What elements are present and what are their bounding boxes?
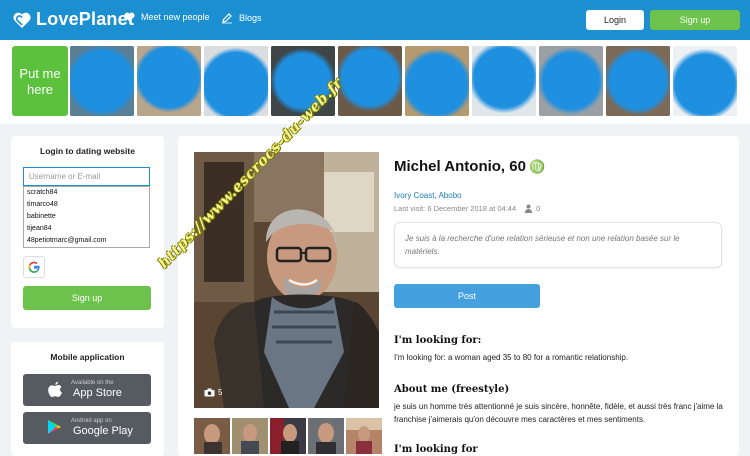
member-thumbnail[interactable] [137, 46, 201, 116]
signup-button-header[interactable]: Sign up [650, 10, 740, 30]
looking-for-heading: I'm looking for: [394, 335, 482, 346]
zodiac-icon: ♍ [528, 159, 546, 174]
login-button[interactable]: Login [586, 10, 644, 30]
autocomplete-item[interactable]: 48petiotmarc@gmail.com [24, 235, 149, 247]
mobile-app-card: Mobile application Available on the App … [11, 342, 164, 456]
autocomplete-item[interactable]: tijean84 [24, 223, 149, 235]
signup-button[interactable]: Sign up [23, 286, 151, 310]
photo-thumbnail[interactable] [308, 418, 344, 454]
member-thumbnail[interactable] [673, 46, 737, 116]
nav-label: Meet new people [141, 12, 210, 22]
photo-thumbnail[interactable] [194, 418, 230, 454]
google-play-icon [48, 420, 61, 434]
pencil-icon [222, 13, 232, 24]
member-thumbnail[interactable] [338, 46, 402, 116]
heart-logo-icon [13, 12, 31, 28]
last-visit: Last visit: 6 December 2018 at 04:44 0 [394, 204, 540, 213]
member-thumbnail[interactable] [539, 46, 603, 116]
autocomplete-list: scratch84 timarco48 babinette tijean84 4… [23, 186, 150, 248]
views-count: 0 [536, 204, 541, 213]
photo-count-number: 5 [218, 388, 223, 397]
top-header: LovePlanet Meet new people Blogs Login S… [0, 0, 750, 40]
logo[interactable]: LovePlanet [12, 9, 134, 30]
member-thumbnail[interactable] [472, 46, 536, 116]
post-button[interactable]: Post [394, 284, 540, 308]
autocomplete-item[interactable]: scratch84 [24, 187, 149, 199]
autocomplete-item[interactable]: timarco48 [24, 199, 149, 211]
put-me-here-button[interactable]: Put me here [12, 46, 68, 116]
username-input[interactable]: Username or E-mail [23, 167, 150, 186]
google-play-button[interactable]: Android app on Google Play [23, 412, 151, 444]
nav-meet-new-people[interactable]: Meet new people [124, 12, 210, 22]
member-thumbnail[interactable] [606, 46, 670, 116]
profile-name: Michel Antonio, 60 ♍ [394, 158, 545, 175]
photo-thumbnail[interactable] [232, 418, 268, 454]
app-store-button[interactable]: Available on the App Store [23, 374, 151, 406]
about-me-heading: About me (freestyle) [394, 384, 510, 395]
profile-location[interactable]: Ivory Coast, Abobo [394, 191, 462, 200]
heart-icon [124, 12, 135, 22]
member-thumbnail[interactable] [204, 46, 268, 116]
photo-count[interactable]: 5 [204, 388, 222, 397]
looking-for-heading-2: I'm looking for [394, 444, 478, 455]
autocomplete-item[interactable]: babinette [24, 211, 149, 223]
logo-text: LovePlanet [36, 9, 135, 29]
login-card-title: Login to dating website [40, 146, 135, 156]
googleplay-small-text: Android app on [71, 418, 112, 424]
photo-thumbnail[interactable] [270, 418, 306, 454]
nav-label: Blogs [239, 13, 262, 23]
member-photo-strip: Put me here [0, 40, 750, 124]
googleplay-big-text: Google Play [73, 425, 133, 437]
appstore-big-text: App Store [73, 387, 122, 399]
about-me-text: je suis un homme très attentionné je sui… [394, 402, 723, 424]
last-visit-text: Last visit: 6 December 2018 at 04:44 [394, 204, 517, 213]
nav-blogs[interactable]: Blogs [221, 12, 262, 24]
status-quote: Je suis à la recherche d'une relation sé… [394, 222, 722, 268]
google-icon [28, 261, 40, 273]
member-thumbnail[interactable] [405, 46, 469, 116]
google-login-button[interactable] [23, 256, 45, 278]
appstore-small-text: Available on the [71, 380, 114, 386]
mobile-card-title: Mobile application [50, 352, 125, 362]
photo-thumbnail[interactable] [346, 418, 382, 454]
apple-icon [48, 381, 62, 397]
login-card: Login to dating website Username or E-ma… [11, 136, 164, 328]
looking-for-text: I'm looking for: a woman aged 35 to 80 f… [394, 353, 629, 362]
profile-name-text: Michel Antonio, 60 [394, 158, 526, 175]
user-icon [524, 204, 533, 213]
member-thumbnail[interactable] [70, 46, 134, 116]
camera-icon [204, 388, 215, 397]
